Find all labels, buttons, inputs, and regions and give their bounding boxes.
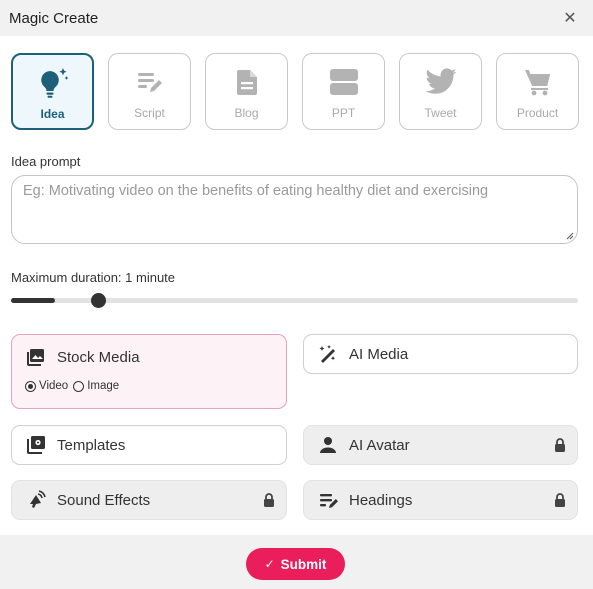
cart-icon — [521, 65, 555, 99]
headings-label: Headings — [349, 491, 413, 509]
ai-media-option[interactable]: AI Media — [303, 334, 578, 374]
lock-icon — [555, 438, 565, 452]
duration-slider-thumb[interactable] — [91, 293, 106, 308]
twitter-icon — [424, 65, 458, 99]
duration-label: Maximum duration: 1 minute — [11, 270, 176, 285]
radio-image-label: Image — [87, 380, 120, 392]
script-icon — [133, 65, 167, 99]
slides-icon — [327, 65, 361, 99]
submit-button[interactable]: ✓ Submit — [246, 548, 345, 580]
close-icon[interactable]: ✕ — [561, 8, 579, 28]
type-card-ppt[interactable]: PPT — [302, 53, 385, 130]
type-card-blog[interactable]: Blog — [205, 53, 288, 130]
type-card-idea[interactable]: Idea — [11, 53, 94, 130]
type-card-script[interactable]: Script — [108, 53, 191, 130]
templates-option[interactable]: Templates — [11, 425, 287, 465]
headings-option[interactable]: Headings — [303, 480, 578, 520]
duration-slider[interactable] — [11, 293, 578, 308]
sound-effects-label: Sound Effects — [57, 491, 151, 509]
type-label-script: Script — [134, 106, 165, 120]
radio-video-label: Video — [39, 380, 69, 392]
prompt-label: Idea prompt — [11, 154, 81, 169]
lock-icon — [555, 493, 565, 507]
person-icon — [317, 434, 339, 456]
prompt-placeholder: Eg: Motivating video on the benefits of … — [23, 183, 489, 199]
stock-media-option[interactable]: Stock Media Video Image — [11, 334, 287, 409]
ai-avatar-option[interactable]: AI Avatar — [303, 425, 578, 465]
radio-video[interactable]: Video — [25, 380, 68, 392]
type-label-idea: Idea — [40, 107, 65, 121]
lock-icon — [264, 493, 274, 507]
stock-media-type-radios: Video Image — [25, 380, 124, 392]
type-label-blog: Blog — [234, 106, 259, 120]
speaker-icon — [25, 489, 47, 511]
resize-grip-icon[interactable] — [566, 232, 574, 240]
type-label-ppt: PPT — [331, 106, 356, 120]
image-icon — [25, 346, 47, 368]
templates-icon — [25, 434, 47, 456]
sound-effects-option[interactable]: Sound Effects — [11, 480, 287, 520]
headings-icon — [317, 489, 339, 511]
magic-create-dialog: Magic Create ✕ Idea Script Blog PPT Twee… — [0, 0, 593, 589]
ai-avatar-label: AI Avatar — [349, 436, 410, 454]
submit-label: Submit — [280, 556, 327, 572]
radio-image-dot[interactable] — [73, 380, 85, 392]
type-card-tweet[interactable]: Tweet — [399, 53, 482, 130]
radio-video-dot[interactable] — [25, 380, 36, 392]
templates-label: Templates — [57, 436, 126, 454]
type-card-product[interactable]: Product — [496, 53, 579, 130]
document-icon — [230, 65, 264, 99]
check-icon: ✓ — [264, 557, 275, 571]
lightbulb-icon — [36, 66, 70, 100]
duration-slider-fill — [11, 298, 55, 303]
radio-image[interactable]: Image — [73, 380, 119, 392]
content-type-selector: Idea Script Blog PPT Tweet Product — [11, 53, 579, 130]
dialog-header: Magic Create ✕ — [0, 0, 593, 36]
magic-wand-icon — [317, 343, 339, 365]
stock-media-label: Stock Media — [57, 348, 140, 366]
ai-media-label: AI Media — [349, 345, 409, 363]
type-label-tweet: Tweet — [424, 106, 457, 120]
type-label-product: Product — [516, 106, 559, 120]
idea-prompt-input[interactable]: Eg: Motivating video on the benefits of … — [11, 175, 578, 244]
dialog-title: Magic Create — [9, 9, 99, 27]
